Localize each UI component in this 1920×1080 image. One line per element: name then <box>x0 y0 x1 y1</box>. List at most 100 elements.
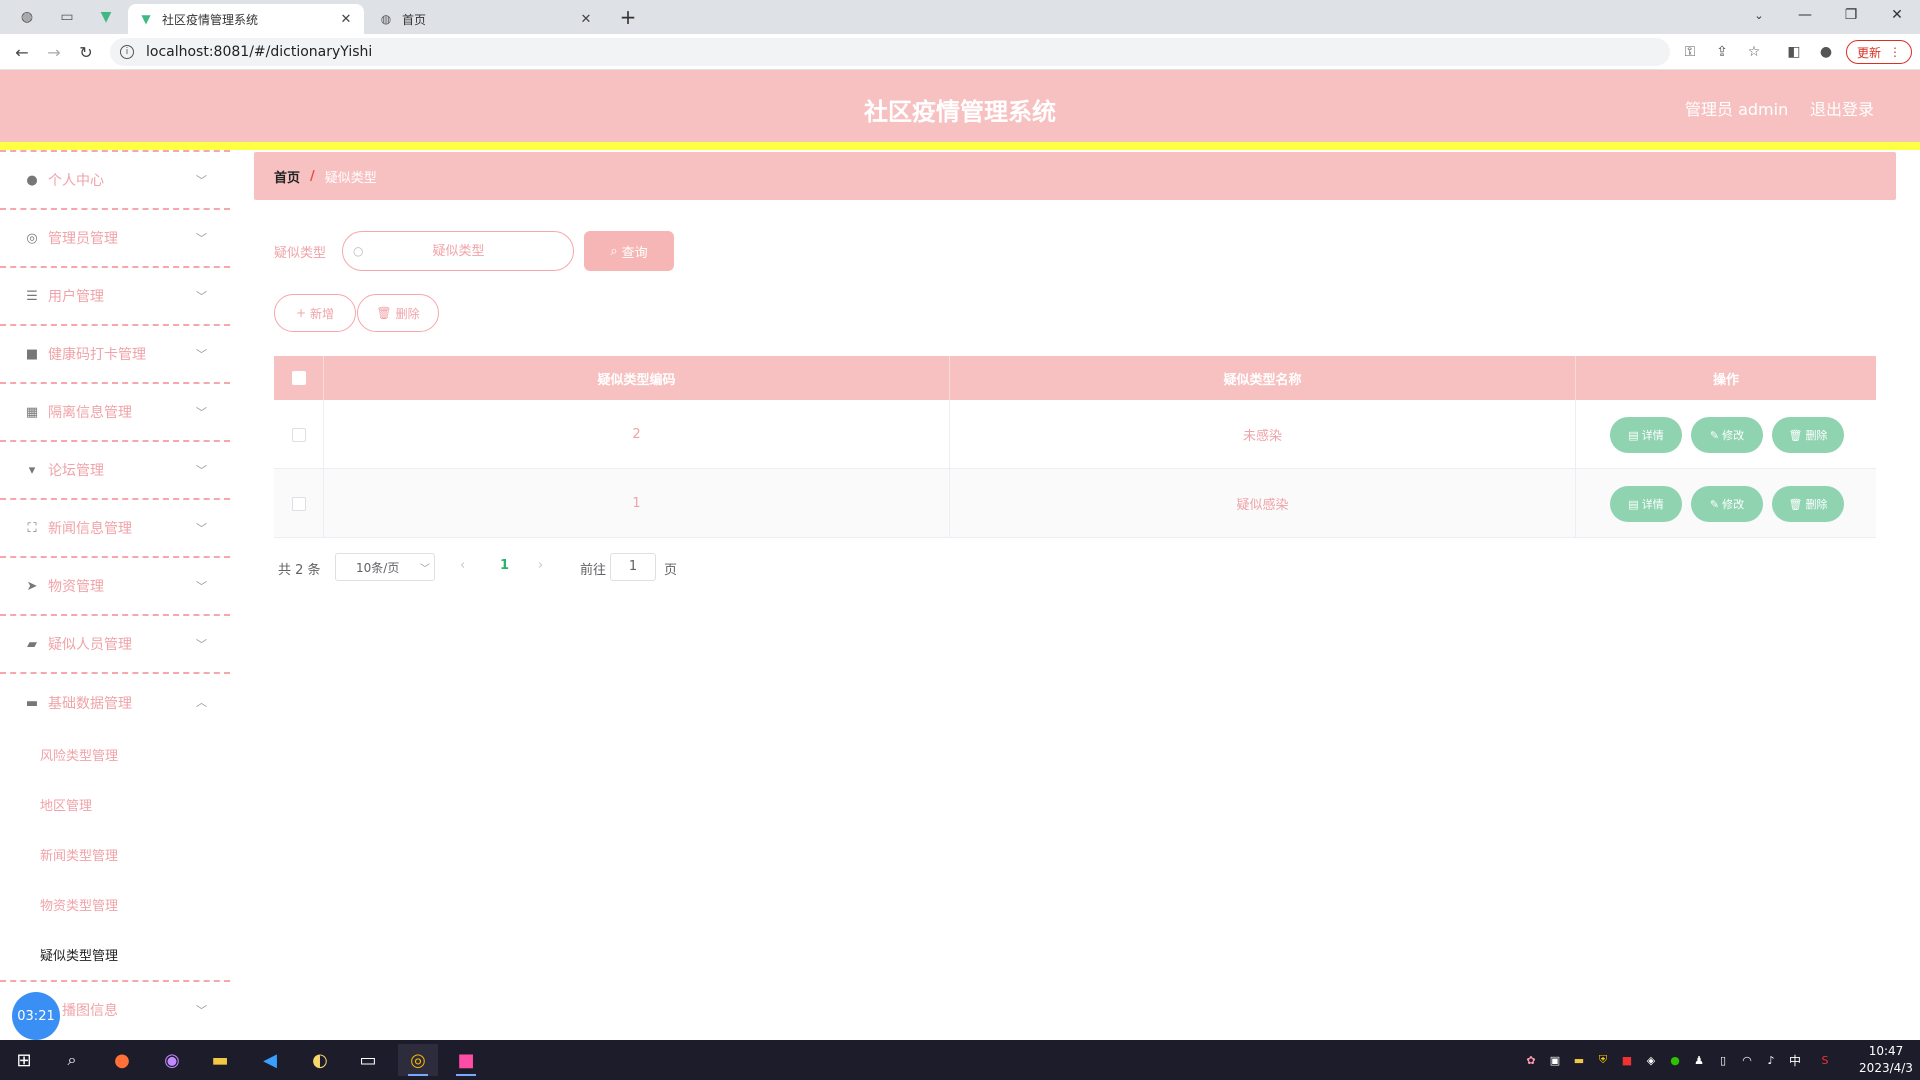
sidebar-item-suspects[interactable]: ▰ 疑似人员管理 ﹀ <box>0 616 230 674</box>
windows-start-icon[interactable]: ⊞ <box>4 1044 44 1076</box>
camera-icon: ▰ <box>27 636 37 652</box>
search-icon[interactable]: ⌕ <box>52 1044 92 1076</box>
prev-page-icon[interactable]: ‹ <box>460 558 465 573</box>
breadcrumb-home[interactable]: 首页 <box>274 167 300 186</box>
select-all-checkbox[interactable] <box>291 371 306 385</box>
delete-button[interactable]: 🗑 删除 <box>1772 417 1844 453</box>
sogou-icon[interactable]: S <box>1816 1052 1834 1068</box>
tray-shield-icon[interactable]: ⛨ <box>1594 1052 1612 1068</box>
sidebar-item-forum[interactable]: ▾ 论坛管理 ﹀ <box>0 442 230 500</box>
terminal-icon[interactable]: ▭ <box>348 1044 388 1076</box>
page-number[interactable]: 1 <box>500 558 509 573</box>
cell-name: 未感染 <box>950 400 1576 469</box>
battery-icon[interactable]: ▯ <box>1714 1052 1732 1068</box>
page-size-select[interactable]: 10条/页 ﹀ <box>335 553 435 581</box>
url-field[interactable]: i localhost:8081/#/dictionaryYishi <box>110 38 1670 66</box>
info-icon[interactable]: i <box>120 45 134 59</box>
tray-app-icon[interactable]: ◈ <box>1642 1052 1660 1068</box>
add-button[interactable]: + 新增 <box>274 294 356 332</box>
chrome-icon[interactable]: ◎ <box>398 1044 438 1076</box>
sidebar-item-basedata[interactable]: ▬ 基础数据管理 ︿ <box>0 674 230 732</box>
bulk-delete-button[interactable]: 🗑 删除 <box>357 294 439 332</box>
next-page-icon[interactable]: › <box>538 558 543 573</box>
logout-link[interactable]: 退出登录 <box>1810 96 1874 120</box>
row-checkbox[interactable] <box>291 427 306 442</box>
sidebar-subitem-news-type[interactable]: 新闻类型管理 <box>40 845 118 864</box>
pinned-tab-page-icon[interactable]: ▭ <box>57 7 77 27</box>
firefox-icon[interactable]: ● <box>102 1044 142 1076</box>
chevron-down-icon: ﹀ <box>196 348 207 361</box>
header-divider <box>0 142 1920 150</box>
volume-icon[interactable]: ♪ <box>1762 1052 1780 1068</box>
cell-ops: ▤ 详情 ✎ 修改 🗑 删除 <box>1576 469 1876 538</box>
forward-icon[interactable]: → <box>42 40 66 64</box>
close-window-button[interactable]: ✕ <box>1874 0 1920 30</box>
goto-page-input[interactable]: 1 <box>610 553 656 581</box>
timer-badge[interactable]: 03:21 <box>12 992 60 1040</box>
share-icon[interactable]: ⇪ <box>1712 42 1732 62</box>
tab-search-icon[interactable]: ⌄ <box>1736 0 1782 30</box>
sidebar-subitem-risk-type[interactable]: 风险类型管理 <box>40 745 118 764</box>
chevron-down-icon: ﹀ <box>196 1004 207 1017</box>
sidebar-item-isolation[interactable]: ▦ 隔离信息管理 ﹀ <box>0 384 230 442</box>
app-owl-icon[interactable]: ◉ <box>152 1044 192 1076</box>
update-label: 更新 <box>1856 45 1881 60</box>
minimize-button[interactable]: — <box>1782 0 1828 30</box>
profile-icon[interactable]: ● <box>1816 42 1836 62</box>
sidepanel-icon[interactable]: ◧ <box>1784 42 1804 62</box>
sidebar-item-admins[interactable]: ◎ 管理员管理 ﹀ <box>0 210 230 268</box>
wechat-icon[interactable]: ● <box>1666 1052 1684 1068</box>
sidebar-item-personal[interactable]: ● 个人中心 ﹀ <box>0 152 230 210</box>
sidebar-subitem-suspect-type[interactable]: 疑似类型管理 <box>40 945 118 964</box>
sidebar-subitem-supply-type[interactable]: 物资类型管理 <box>40 895 118 914</box>
search-field[interactable]: ○ <box>342 231 574 271</box>
tray-folder-icon[interactable]: ▬ <box>1570 1052 1588 1068</box>
fullscreen-icon: ⛶ <box>27 520 37 536</box>
intellij-icon[interactable]: ■ <box>446 1044 486 1076</box>
tab-active[interactable]: ▼ 社区疫情管理系统 ✕ <box>128 4 364 34</box>
wifi-icon[interactable]: ◠ <box>1738 1052 1756 1068</box>
vscode-icon[interactable]: ◀ <box>250 1044 290 1076</box>
detail-button[interactable]: ▤ 详情 <box>1610 417 1682 453</box>
close-icon[interactable]: ✕ <box>338 12 354 27</box>
sidebar-item-news[interactable]: ⛶ 新闻信息管理 ﹀ <box>0 500 230 558</box>
restore-button[interactable]: ❐ <box>1828 0 1874 30</box>
edit-button[interactable]: ✎ 修改 <box>1691 417 1763 453</box>
admin-icon: ◎ <box>26 230 38 246</box>
edit-button[interactable]: ✎ 修改 <box>1691 486 1763 522</box>
search-input[interactable] <box>363 243 554 259</box>
app-duck-icon[interactable]: ◐ <box>300 1044 340 1076</box>
more-icon: ⋮ <box>1889 45 1901 59</box>
system-clock[interactable]: 10:47 2023/4/3 <box>1856 1043 1916 1077</box>
chevron-down-icon: ﹀ <box>196 406 207 419</box>
sidebar-item-supplies[interactable]: ➤ 物资管理 ﹀ <box>0 558 230 616</box>
page-size-value: 10条/页 <box>356 560 400 575</box>
delete-button[interactable]: 🗑 删除 <box>1772 486 1844 522</box>
tab-home[interactable]: ◍ 首页 ✕ <box>368 4 604 34</box>
detail-button[interactable]: ▤ 详情 <box>1610 486 1682 522</box>
pinned-tab-globe-icon[interactable]: ◍ <box>17 7 37 27</box>
update-button[interactable]: 更新 ⋮ <box>1846 40 1912 64</box>
tray-ide-icon[interactable]: ▣ <box>1546 1052 1564 1068</box>
grid-icon: ▦ <box>25 404 39 420</box>
close-icon[interactable]: ✕ <box>578 12 594 27</box>
reload-icon[interactable]: ↻ <box>74 40 98 64</box>
query-button[interactable]: ⌕ 查询 <box>584 231 674 271</box>
sidebar-item-healthcode[interactable]: ■ 健康码打卡管理 ﹀ <box>0 326 230 384</box>
back-icon[interactable]: ← <box>10 40 34 64</box>
sidebar-item-users[interactable]: ☰ 用户管理 ﹀ <box>0 268 230 326</box>
qq-icon[interactable]: ♟ <box>1690 1052 1708 1068</box>
tray-red-icon[interactable]: ■ <box>1618 1052 1636 1068</box>
new-tab-button[interactable]: + <box>615 4 641 30</box>
ime-indicator[interactable]: 中 <box>1786 1052 1804 1068</box>
pinned-tab-vue-icon[interactable]: ▼ <box>96 7 116 27</box>
file-explorer-icon[interactable]: ▬ <box>200 1044 240 1076</box>
url-text: localhost:8081/#/dictionaryYishi <box>146 44 373 60</box>
tray-flower-icon[interactable]: ✿ <box>1522 1052 1540 1068</box>
row-checkbox[interactable] <box>291 496 306 511</box>
search-icon: ○ <box>353 244 364 258</box>
star-icon[interactable]: ☆ <box>1744 42 1764 62</box>
chevron-down-icon: ﹀ <box>420 564 430 575</box>
sidebar-subitem-region[interactable]: 地区管理 <box>40 795 92 814</box>
key-icon[interactable]: ⚿ <box>1680 42 1700 62</box>
